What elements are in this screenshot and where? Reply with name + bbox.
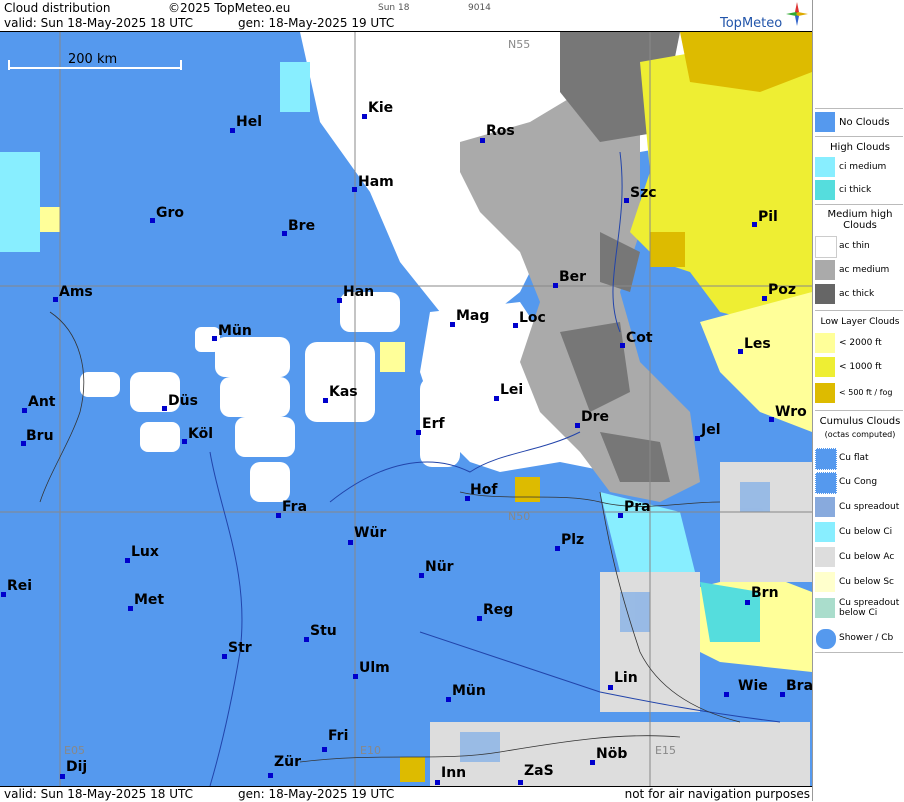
footer-valid: valid: Sun 18-May-2025 18 UTC [4, 787, 193, 801]
grid-label-e15: E15 [655, 744, 676, 757]
topmeteo-logo: TopMeteo [720, 16, 783, 31]
legend-cu-sub: (octas computed) [824, 430, 896, 439]
legend-cu-head: Cumulus Clouds [819, 416, 901, 427]
code-small: 9014 [468, 3, 491, 13]
scale-label: 200 km [68, 52, 118, 67]
compass-icon [786, 2, 808, 26]
day-small: Sun 18 [378, 3, 410, 13]
map-canvas [0, 32, 812, 786]
cloud-map[interactable]: 200 km N55 N50 E05 E10 E15 Kie Hel Ros H… [0, 32, 812, 786]
header-bar: Cloud distribution ©2025 TopMeteo.eu Sun… [0, 0, 812, 32]
map-title: Cloud distribution [4, 1, 111, 15]
legend-high-head: High Clouds [830, 142, 890, 153]
footer-gen: gen: 18-May-2025 19 UTC [238, 787, 395, 801]
grid-label-e05: E05 [64, 744, 85, 757]
legend-panel: No Clouds High Clouds ci medium ci thick… [812, 0, 904, 801]
footer-bar: valid: Sun 18-May-2025 18 UTC gen: 18-Ma… [0, 786, 812, 802]
footer-disclaimer: not for air navigation purposes [624, 787, 810, 801]
legend-medium-head: Medium high Clouds [827, 209, 893, 231]
legend-low-head: Low Layer Clouds [820, 317, 900, 327]
generated-time: gen: 18-May-2025 19 UTC [238, 16, 395, 30]
copyright: ©2025 TopMeteo.eu [168, 1, 291, 15]
valid-time: valid: Sun 18-May-2025 18 UTC [4, 16, 193, 30]
grid-label-n55: N55 [508, 38, 531, 51]
grid-label-n50: N50 [508, 510, 531, 523]
grid-label-e10: E10 [360, 744, 381, 757]
